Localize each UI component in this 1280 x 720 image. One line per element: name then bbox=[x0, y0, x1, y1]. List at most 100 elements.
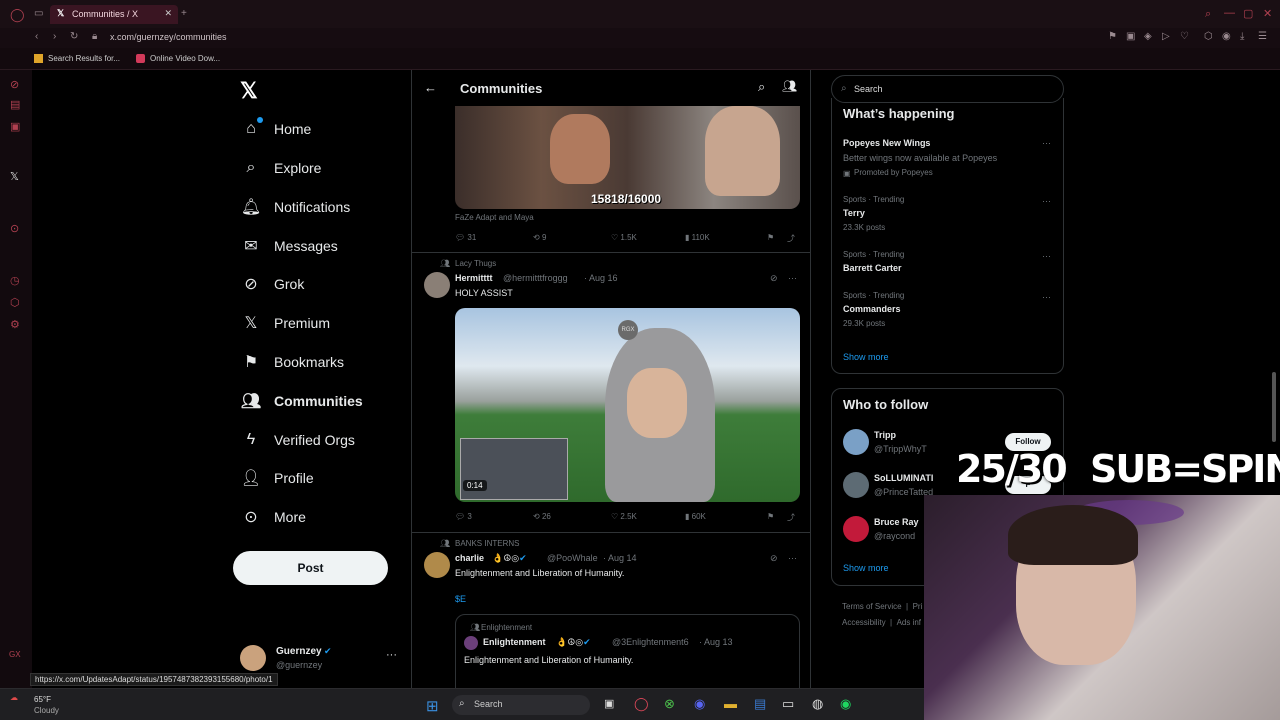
page-scrollbar[interactable] bbox=[1272, 372, 1276, 442]
nav-grok[interactable]: ⊘ Grok bbox=[240, 269, 304, 299]
x-logo-icon[interactable]: 𝕏 bbox=[240, 78, 258, 104]
maximize-icon[interactable]: ▢ bbox=[1243, 7, 1253, 20]
community-name[interactable]: Enlightenment bbox=[481, 623, 532, 632]
opera-gx-icon[interactable]: ◯ bbox=[634, 696, 649, 712]
nav-more[interactable]: ⊙ More bbox=[240, 502, 306, 532]
account-icon[interactable]: ◉ bbox=[1222, 31, 1231, 42]
bookmark-icon[interactable]: ⚑ bbox=[767, 233, 787, 244]
sidebar-player-icon[interactable]: ⊙ bbox=[10, 222, 19, 235]
nav-home[interactable]: ⌂ Home bbox=[240, 114, 311, 144]
new-tab-icon[interactable]: + bbox=[181, 8, 187, 19]
more-icon[interactable]: ··· bbox=[1042, 292, 1051, 302]
tab-menu-icon[interactable]: ▭ bbox=[34, 8, 43, 19]
post-author[interactable]: charlie bbox=[455, 553, 484, 563]
share-icon[interactable]: ⤴ bbox=[787, 233, 795, 244]
minimize-icon[interactable]: — bbox=[1224, 7, 1235, 19]
search-tabs-icon[interactable]: ⌕ bbox=[1205, 8, 1211, 21]
forward-icon[interactable]: › bbox=[53, 31, 56, 42]
nav-bookmarks[interactable]: ⚑ Bookmarks bbox=[240, 347, 344, 377]
sidebar-x-icon[interactable]: 𝕏 bbox=[10, 170, 19, 183]
account-more-icon[interactable]: ··· bbox=[386, 649, 397, 661]
share-icon[interactable]: ⤴ bbox=[787, 512, 795, 523]
sidebar-settings-icon[interactable]: ⚙ bbox=[10, 318, 20, 331]
close-window-icon[interactable]: ✕ bbox=[1263, 7, 1272, 20]
folder-icon[interactable]: ▬ bbox=[724, 696, 737, 711]
post-date[interactable]: · Aug 14 bbox=[603, 553, 637, 563]
like-button[interactable]: ♡ 2.5K bbox=[611, 512, 685, 523]
obs-icon[interactable]: ◍ bbox=[812, 696, 823, 712]
trend-item[interactable]: Popeyes New Wings Better wings now avail… bbox=[832, 136, 1065, 180]
grok-icon[interactable]: ⊘ bbox=[770, 273, 778, 284]
nav-premium[interactable]: 𝕏 Premium bbox=[240, 308, 330, 338]
weather-temp[interactable]: 65°F bbox=[34, 695, 51, 704]
more-icon[interactable]: ··· bbox=[1042, 251, 1051, 261]
spotify-icon[interactable]: ◉ bbox=[840, 696, 851, 712]
nav-explore[interactable]: ⌕ Explore bbox=[240, 153, 322, 183]
community-name[interactable]: Lacy Thugs bbox=[455, 259, 496, 268]
download-icon[interactable]: ⤓ bbox=[1240, 31, 1244, 42]
grok-icon[interactable]: ⊘ bbox=[770, 553, 778, 564]
windows-start-icon[interactable]: ⊞ bbox=[426, 697, 439, 715]
quote-handle[interactable]: @3Enlightenment6 bbox=[612, 637, 689, 647]
nav-profile[interactable]: 👤︎ Profile bbox=[240, 463, 314, 493]
nav-communities[interactable]: 👥︎ Communities bbox=[240, 386, 363, 416]
reload-icon[interactable]: ↻ bbox=[70, 31, 78, 42]
post-button[interactable]: Post bbox=[233, 551, 388, 585]
post-image[interactable]: 15818/16000 bbox=[455, 106, 800, 209]
quoted-post[interactable]: 👥︎ Enlightenment Enlightenment 👌☮◎✔ @3En… bbox=[455, 614, 800, 688]
tab-communities[interactable]: 𝕏 Communities / X ✕ bbox=[50, 5, 178, 24]
more-icon[interactable]: ··· bbox=[788, 273, 797, 283]
reply-button[interactable]: 💬︎ 31 bbox=[455, 233, 533, 244]
close-tab-icon[interactable]: ✕ bbox=[164, 8, 172, 19]
store-icon[interactable]: ▤ bbox=[754, 696, 766, 712]
player-icon[interactable]: ▷ bbox=[1162, 31, 1170, 42]
repost-button[interactable]: ⟲ 9 bbox=[533, 233, 611, 244]
sidebar-twitch-icon[interactable]: ▣ bbox=[10, 120, 20, 133]
discord-icon[interactable]: ◉ bbox=[694, 696, 705, 712]
snapshot-icon[interactable]: ▣ bbox=[1126, 31, 1135, 42]
taskbar-search[interactable]: ⌕ Search bbox=[452, 695, 590, 715]
sidebar-extensions-icon[interactable]: ⬡ bbox=[10, 296, 20, 309]
avatar[interactable] bbox=[424, 552, 450, 578]
account-switcher[interactable]: Guernzey ✔ @guernzey ··· bbox=[240, 643, 410, 673]
nav-verified-orgs[interactable]: ϟ Verified Orgs bbox=[240, 425, 355, 455]
avatar[interactable] bbox=[843, 516, 869, 542]
shield-icon[interactable]: ◈ bbox=[1144, 31, 1152, 42]
post-author[interactable]: Hermitttt bbox=[455, 273, 493, 283]
extensions-icon[interactable]: ⬡ bbox=[1204, 31, 1213, 42]
back-arrow-icon[interactable]: ← bbox=[424, 80, 437, 95]
like-button[interactable]: ♡ 1.5K bbox=[611, 233, 685, 244]
url-field[interactable]: x.com/guernzey/communities bbox=[110, 32, 227, 42]
trend-item[interactable]: Sports · Trending Barrett Carter ··· bbox=[832, 249, 1065, 279]
post-handle[interactable]: @PooWhale bbox=[547, 553, 598, 563]
search-input[interactable]: Search bbox=[854, 84, 883, 94]
post-video[interactable]: RGX 0:14 bbox=[455, 308, 800, 502]
more-icon[interactable]: ··· bbox=[1042, 138, 1051, 148]
sidebar-aria-icon[interactable]: ⊘ bbox=[10, 78, 19, 91]
nav-notifications[interactable]: 🔔︎ Notifications bbox=[240, 192, 350, 222]
weather-icon[interactable]: ☁ bbox=[10, 693, 18, 702]
more-icon[interactable]: ··· bbox=[1042, 196, 1051, 206]
bookmark-search-results[interactable]: Search Results for... bbox=[48, 54, 120, 63]
avatar[interactable] bbox=[843, 472, 869, 498]
avatar[interactable] bbox=[843, 429, 869, 455]
views-count[interactable]: ▮ 110K bbox=[685, 233, 767, 244]
bookmark-video-downloader[interactable]: Online Video Dow... bbox=[150, 54, 220, 63]
opera-logo-icon[interactable]: ◯ bbox=[10, 7, 25, 23]
sidebar-gx-icon[interactable]: ▤ bbox=[10, 98, 20, 111]
back-icon[interactable]: ‹ bbox=[35, 31, 38, 42]
community-name[interactable]: BANKS INTERNS bbox=[455, 539, 519, 548]
post-date[interactable]: · Aug 16 bbox=[584, 273, 618, 283]
views-count[interactable]: ▮ 60K bbox=[685, 512, 767, 523]
bookmark-icon[interactable]: ⚑ bbox=[767, 512, 787, 523]
show-more-link[interactable]: Show more bbox=[843, 352, 889, 362]
trend-item[interactable]: Sports · Trending Commanders 29.3K posts… bbox=[832, 290, 1065, 330]
task-view-icon[interactable]: ▣ bbox=[604, 697, 614, 710]
show-more-link[interactable]: Show more bbox=[843, 563, 889, 573]
heart-icon[interactable]: ♡ bbox=[1180, 31, 1189, 42]
terminal-icon[interactable]: ▭ bbox=[782, 696, 794, 712]
add-community-icon[interactable]: 👥︎ bbox=[782, 79, 797, 93]
repost-button[interactable]: ⟲ 26 bbox=[533, 512, 611, 523]
xbox-icon[interactable]: ⊗ bbox=[664, 696, 675, 712]
more-icon[interactable]: ··· bbox=[788, 553, 797, 563]
